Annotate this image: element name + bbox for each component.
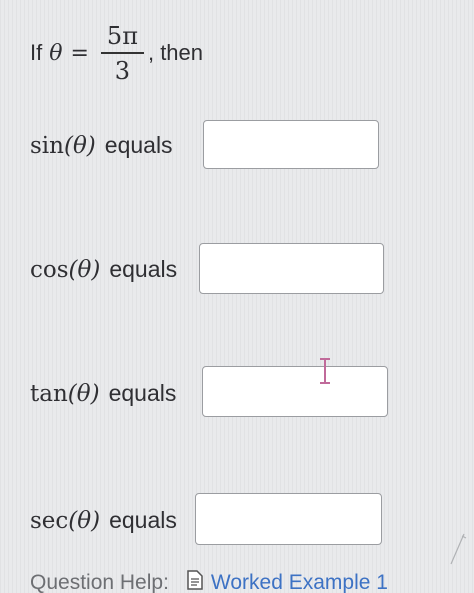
- sec-answer-input[interactable]: [195, 493, 382, 545]
- document-icon[interactable]: [187, 570, 203, 593]
- tan-answer-input[interactable]: [202, 366, 388, 417]
- angle-fraction: 5π 3: [100, 21, 144, 85]
- sec-function: sec: [30, 507, 69, 534]
- cos-argument: (θ): [68, 256, 101, 283]
- question-help-label: Question Help:: [30, 571, 169, 593]
- cos-function: cos: [30, 256, 69, 283]
- question-prefix: If: [30, 40, 43, 65]
- sec-label: sec (θ) equals: [30, 507, 177, 534]
- equals-sign: =: [70, 40, 89, 66]
- fraction-denominator: 3: [114, 56, 131, 85]
- tan-argument: (θ): [67, 380, 100, 407]
- tan-label: tan (θ) equals: [30, 380, 176, 407]
- pen-mark-icon: [448, 528, 468, 573]
- worked-example-link[interactable]: Worked Example 1: [211, 571, 388, 593]
- tan-function: tan: [30, 380, 68, 407]
- tan-equals-word: equals: [108, 380, 177, 406]
- sin-label: sin (θ) equals: [30, 132, 173, 159]
- sin-function: sin: [30, 132, 64, 159]
- sec-argument: (θ): [68, 507, 101, 534]
- fraction-numerator: 5π: [106, 21, 138, 50]
- question-help: Question Help: Worked Example 1: [30, 570, 388, 593]
- question-statement: If θ = 5π 3 , then: [30, 18, 203, 88]
- text-cursor-icon: [318, 358, 332, 389]
- cos-equals-word: equals: [109, 256, 178, 282]
- cos-label: cos (θ) equals: [30, 256, 177, 283]
- theta-symbol: θ: [49, 40, 63, 66]
- sin-argument: (θ): [63, 132, 96, 159]
- sec-equals-word: equals: [109, 507, 177, 533]
- sin-equals-word: equals: [104, 132, 173, 158]
- question-suffix: , then: [147, 40, 204, 65]
- sin-answer-input[interactable]: [203, 120, 379, 169]
- cos-answer-input[interactable]: [199, 243, 384, 294]
